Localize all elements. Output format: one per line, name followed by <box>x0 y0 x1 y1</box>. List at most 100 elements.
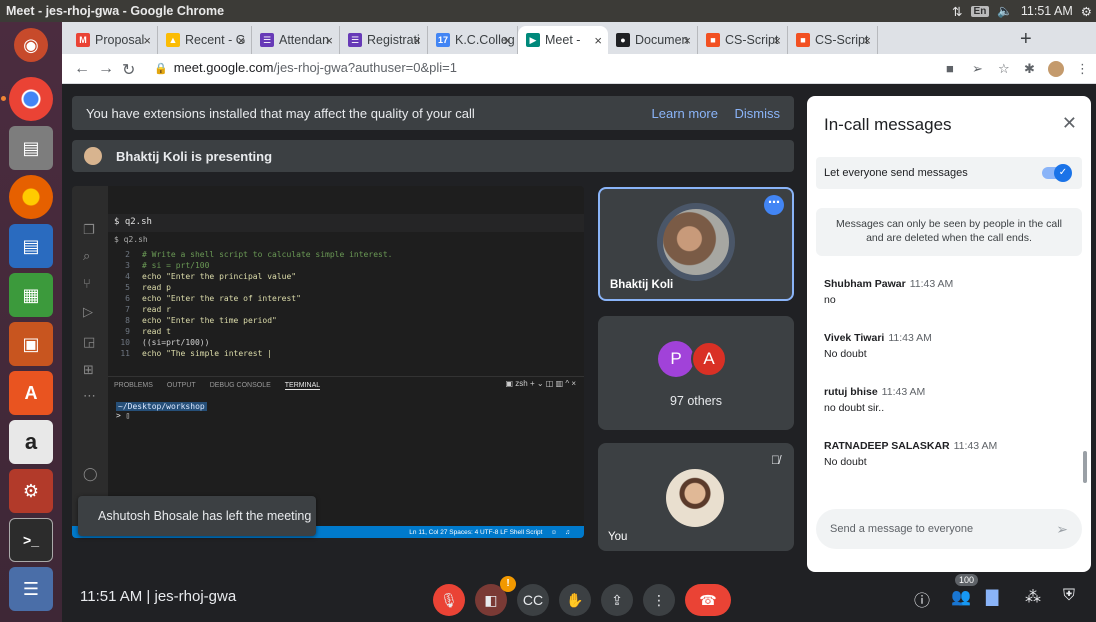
learn-more-link[interactable]: Learn more <box>652 106 718 121</box>
presenting-text: Bhaktij Koli is presenting <box>116 148 273 164</box>
close-icon[interactable]: ✕ <box>1062 113 1077 134</box>
mic-off-button[interactable]: 🎙 <box>433 584 465 616</box>
toast-text: Ashutosh Bhosale has left the meeting <box>98 509 312 523</box>
bookmark-star-icon[interactable]: ☆ <box>998 61 1010 77</box>
settings-gear-icon[interactable]: ⚙ <box>1081 4 1092 19</box>
raise-hand-button[interactable]: ✋ <box>559 584 591 616</box>
chat-message: Shubham Pawar 11:43 AM no <box>824 278 1074 306</box>
people-icon[interactable]: 👥 <box>951 587 971 607</box>
ubuntu-launcher: ◉ ▤ ▤ ▦ ▣ A a ⚙ >_ ☰ <box>0 22 62 622</box>
network-icon[interactable]: ⇅ <box>952 4 962 19</box>
message-time: 11:43 AM <box>953 440 998 452</box>
system-clock[interactable]: 11:51 AM <box>1021 4 1073 18</box>
tab-label: Proposal <box>95 33 145 47</box>
profile-avatar[interactable] <box>1048 61 1064 77</box>
extensions-icon: ⊞ <box>83 362 94 377</box>
forms-icon: ☰ <box>260 33 274 47</box>
reload-button[interactable]: ↻ <box>122 60 135 80</box>
browser-tab[interactable]: ■ CS-Script × <box>698 26 788 54</box>
writer-icon[interactable]: ▤ <box>9 224 53 268</box>
activities-icon[interactable]: ⁂ <box>1025 587 1041 607</box>
calc-icon[interactable]: ▦ <box>9 273 53 317</box>
chat-message: Vivek Tiwari 11:43 AM No doubt <box>824 332 1074 360</box>
amazon-icon[interactable]: a <box>9 420 53 464</box>
send-icon[interactable]: ➢ <box>1056 521 1068 538</box>
microsoft-icon: ■ <box>796 33 810 47</box>
self-tile[interactable]: 🎙̸ You <box>598 443 794 551</box>
banner-text: You have extensions installed that may a… <box>86 105 475 121</box>
people-count-badge: 100 <box>955 574 979 586</box>
terminal-icon[interactable]: >_ <box>9 518 53 562</box>
new-tab-button[interactable]: + <box>1020 28 1032 51</box>
workspace-icon[interactable]: ☰ <box>9 567 53 611</box>
settings-icon[interactable]: ⚙ <box>9 469 53 513</box>
code-text: read t <box>142 327 171 336</box>
captions-button[interactable]: CC <box>517 584 549 616</box>
message-sender: rutuj bhise <box>824 386 878 398</box>
tab-close-icon[interactable]: × <box>237 33 245 48</box>
forward-button[interactable]: → <box>98 60 114 78</box>
browser-tab[interactable]: ▲ Recent - G × <box>158 26 252 54</box>
browser-tab[interactable]: ▶ Meet - × <box>518 26 608 54</box>
source-control-icon: ⑂ <box>83 276 91 291</box>
chat-scrollbar[interactable] <box>1083 451 1087 483</box>
chat-message-input[interactable]: Send a message to everyone ➢ <box>816 509 1082 549</box>
chrome-icon[interactable] <box>9 77 53 121</box>
extensions-puzzle-icon[interactable]: ✱ <box>1024 61 1035 77</box>
dismiss-button[interactable]: Dismiss <box>735 106 781 121</box>
more-options-button[interactable]: ⋮ <box>643 584 675 616</box>
forms-icon: ☰ <box>348 33 362 47</box>
browser-tab[interactable]: 17 K.C.Colleg × <box>428 26 518 54</box>
volume-icon[interactable]: 🔈 <box>997 4 1013 19</box>
software-center-icon[interactable]: A <box>9 371 53 415</box>
tab-close-icon[interactable]: × <box>594 33 602 48</box>
files-icon[interactable]: ▤ <box>9 126 53 170</box>
present-button[interactable]: ⇪ <box>601 584 633 616</box>
chat-icon[interactable]: ▇ <box>986 587 998 607</box>
message-text: No doubt <box>824 348 867 360</box>
host-controls-icon[interactable]: ⛨ <box>1063 587 1075 605</box>
dash-icon[interactable]: ◉ <box>14 28 48 62</box>
message-sender: Shubham Pawar <box>824 278 906 290</box>
address-field[interactable]: 🔒 meet.google.com/jes-rhoj-gwa?authuser=0… <box>154 60 457 75</box>
code-text: # Write a shell script to calculate simp… <box>142 250 393 259</box>
editor-breadcrumb: $ q2.sh <box>114 235 148 244</box>
camera-indicator-icon[interactable]: ■ <box>946 61 954 76</box>
tab-close-icon[interactable]: × <box>503 33 511 48</box>
code-line: 9 read t <box>108 326 584 337</box>
tab-close-icon[interactable]: × <box>325 33 333 48</box>
participant-avatar: A <box>691 341 727 377</box>
browser-tab[interactable]: M Proposal × <box>68 26 158 54</box>
info-icon[interactable]: ⓘ <box>914 587 930 611</box>
back-button[interactable]: ← <box>74 60 90 78</box>
more-options-icon[interactable]: ⋯ <box>764 195 784 215</box>
tab-close-icon[interactable]: × <box>773 33 781 48</box>
keyboard-layout[interactable]: En <box>970 5 990 17</box>
shared-screen[interactable]: ❐ ⌕ ⑂ ▷ ◲ ⊞ ⋯ ◯ $ q2.sh $ q2.sh 2 # Write… <box>72 186 584 538</box>
code-line: 7 read r <box>108 304 584 315</box>
meeting-time-code: 11:51 AM | jes-rhoj-gwa <box>80 588 237 605</box>
browser-tab[interactable]: ☰ Registrati × <box>340 26 428 54</box>
browser-menu-icon[interactable]: ⋮ <box>1076 61 1089 77</box>
tab-close-icon[interactable]: × <box>413 33 421 48</box>
presenter-tile[interactable]: ⋯ Bhaktij Koli <box>598 187 794 301</box>
cast-icon[interactable]: ➢ <box>972 61 983 77</box>
browser-tab[interactable]: ■ CS-Script × <box>788 26 878 54</box>
firefox-icon[interactable] <box>9 175 53 219</box>
browser-tab[interactable]: ☰ Attendan × <box>252 26 340 54</box>
tab-label: Documen <box>635 33 689 47</box>
code-text: echo "Enter the rate of interest" <box>142 294 301 303</box>
everyone-send-toggle[interactable]: ✓ <box>1042 164 1072 182</box>
tab-close-icon[interactable]: × <box>143 33 151 48</box>
browser-toolbar: ← → ↻ 🔒 meet.google.com/jes-rhoj-gwa?auth… <box>62 54 1096 84</box>
tab-close-icon[interactable]: × <box>863 33 871 48</box>
end-call-button[interactable]: ☎ <box>685 584 731 616</box>
code-text: echo "The simple interest | <box>142 349 273 358</box>
browser-tab[interactable]: ● Documen × <box>608 26 698 54</box>
tab-close-icon[interactable]: × <box>683 33 691 48</box>
message-sender: Vivek Tiwari <box>824 332 885 344</box>
others-tile[interactable]: P A 97 others <box>598 316 794 430</box>
panel-tab: PROBLEMS <box>114 382 153 389</box>
impress-icon[interactable]: ▣ <box>9 322 53 366</box>
lock-icon[interactable]: 🔒 <box>154 63 168 75</box>
